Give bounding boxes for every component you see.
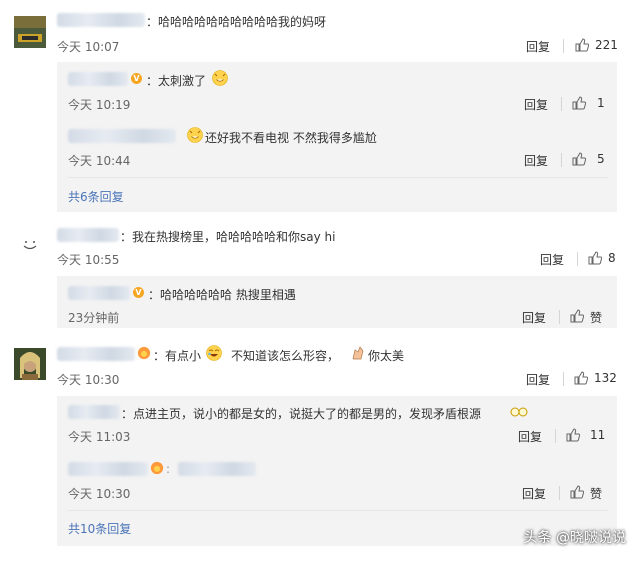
reply-text: 还好我不看电视 不然我得多尴尬 [205,131,377,145]
comment-text: ：我在热搜榜里，哈哈哈哈哈和你say hi [120,230,336,244]
laugh-emoji-icon [206,345,222,361]
comment-time: 今天 10:30 [57,373,120,387]
reply-time: 今天 11:03 [68,430,131,444]
like-count: 5 [597,152,605,166]
username-blurred[interactable] [68,405,120,419]
divider [577,252,578,266]
comment-text-middle: 不知道该怎么形容， [231,349,340,363]
reply-text-blurred: : [166,462,171,476]
like-count: 132 [594,371,617,385]
comment-time: 今天 10:55 [57,253,120,267]
divider [563,372,564,386]
hand-emoji-icon [352,346,364,360]
reply-button[interactable]: 回复 [522,485,546,502]
comment-time: 今天 10:07 [57,40,120,54]
reply-button[interactable]: 回复 [540,251,564,268]
divider [561,153,562,167]
reply-button[interactable]: 回复 [518,428,542,445]
reply-separator [68,177,608,178]
thumbs-up-icon[interactable] [575,38,589,52]
reply-time: 今天 10:44 [68,154,131,168]
view-more-replies-link[interactable]: 共10条回复 [68,520,131,537]
like-count: 11 [590,428,606,442]
comment-text-end: 你太美 [368,349,405,363]
username-blurred[interactable] [68,129,176,143]
thumbs-up-icon[interactable] [572,152,586,166]
thumbs-up-icon[interactable] [572,96,586,110]
like-label[interactable]: 赞 [590,309,602,326]
like-count: 8 [608,251,616,265]
username-blurred[interactable] [68,462,148,476]
verified-badge: V [131,73,142,84]
username-blurred[interactable] [57,13,145,27]
thumbs-up-icon[interactable] [566,428,580,442]
reply-text: ：太刺激了 [146,74,207,88]
reply-button[interactable]: 回复 [524,96,548,113]
avatar[interactable] [14,16,46,48]
fire-emoji-icon [137,346,151,360]
reply-button[interactable]: 回复 [526,371,550,388]
reply-text: ：点进主页，说小的都是女的，说挺大了的都是男的，发现矛盾根源 [121,407,482,421]
reply-text: ：哈哈哈哈哈哈 热搜里相遇 [148,288,296,302]
reply-time: 今天 10:30 [68,487,131,501]
username-blurred[interactable] [57,228,119,242]
grin-emoji-icon [187,127,203,143]
comment-text: ：哈哈哈哈哈哈哈哈哈哈我的妈呀 [146,15,327,29]
reply-button[interactable]: 回复 [524,152,548,169]
reply-button[interactable]: 回复 [526,38,550,55]
smile-avatar-icon [14,228,46,260]
divider [559,486,560,500]
reply-time: 23分钟前 [68,311,120,325]
divider [555,429,556,443]
username-blurred[interactable] [57,347,135,361]
username-blurred[interactable] [68,72,128,86]
thumbs-up-icon[interactable] [570,485,584,499]
avatar[interactable] [14,228,46,260]
like-label[interactable]: 赞 [590,485,602,502]
like-count: 1 [597,96,605,110]
divider [559,310,560,324]
watermark: 头条 @晓啵说说 [523,530,626,546]
view-more-replies-link[interactable]: 共6条回复 [68,188,124,205]
divider [563,39,564,53]
thumbs-up-icon[interactable] [574,371,588,385]
reply-time: 今天 10:19 [68,98,131,112]
like-count: 221 [595,38,618,52]
reply-separator [68,510,608,511]
thumbs-up-icon[interactable] [570,309,584,323]
glasses-emoji-icon [510,407,528,417]
fire-emoji-icon [150,461,164,475]
username-blurred[interactable] [68,286,130,300]
reply-text-blurred [178,462,256,476]
avatar[interactable] [14,348,46,380]
reply-button[interactable]: 回复 [522,309,546,326]
thumbs-up-icon[interactable] [588,251,602,265]
verified-badge: V [133,287,144,298]
grin-emoji-icon [212,70,228,86]
divider [561,97,562,111]
comment-text: ：有点小 [153,349,202,363]
